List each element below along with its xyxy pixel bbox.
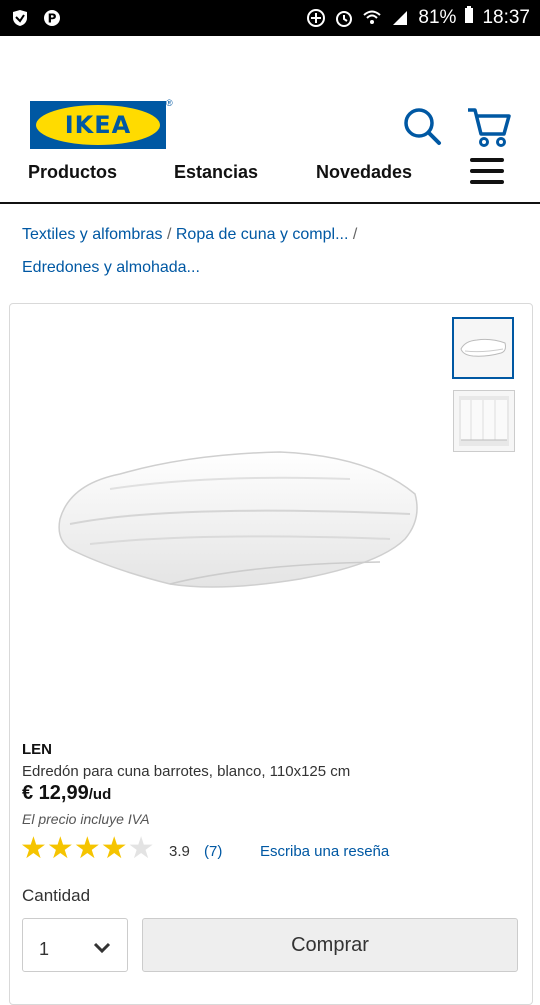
thumbnail-1[interactable] — [452, 317, 514, 379]
quantity-value: 1 — [39, 939, 50, 959]
price-value: € 12,99 — [22, 782, 89, 804]
nav-item-novedades[interactable]: Novedades — [316, 162, 412, 183]
breadcrumb-item-textiles[interactable]: Textiles y alfombras — [22, 226, 163, 243]
star-icon: ★ — [73, 832, 101, 865]
registered-mark-icon: ® — [166, 98, 173, 108]
product-image[interactable] — [50, 444, 430, 599]
nav-item-estancias[interactable]: Estancias — [174, 162, 258, 183]
alarm-icon — [334, 8, 354, 28]
review-count-link[interactable]: (7) — [204, 843, 222, 860]
main-nav: Productos Estancias Novedades — [0, 142, 540, 204]
logo-text: IKEA — [64, 111, 132, 139]
star-icon: ★ — [100, 832, 128, 865]
chevron-down-icon — [93, 941, 111, 959]
rating-value: 3.9 — [169, 843, 190, 860]
rating-stars: ★ ★ ★ ★ ★ — [20, 834, 155, 864]
battery-icon — [464, 6, 474, 30]
breadcrumb-separator: / — [352, 226, 358, 243]
buy-button[interactable]: Comprar — [142, 918, 518, 972]
shield-icon — [10, 8, 30, 28]
breadcrumb-separator: / — [166, 226, 172, 243]
vat-note: El precio incluye IVA — [22, 811, 150, 827]
site-header: IKEA ® — [0, 36, 540, 149]
logo-oval: IKEA — [36, 105, 160, 145]
price-unit: /ud — [88, 786, 112, 803]
data-saver-icon — [306, 8, 326, 28]
product-price: € 12,99/ud — [22, 782, 111, 805]
hamburger-icon[interactable] — [470, 158, 504, 184]
nav-item-productos[interactable]: Productos — [28, 162, 117, 183]
breadcrumb: Textiles y alfombras / Ropa de cuna y co… — [0, 205, 540, 291]
breadcrumb-item-edredones[interactable]: Edredones y almohada... — [22, 259, 200, 276]
quantity-label: Cantidad — [22, 886, 91, 905]
star-icon: ★ — [46, 832, 74, 865]
product-name: LEN — [22, 741, 52, 758]
signal-icon — [390, 8, 410, 28]
breadcrumb-item-ropa-de-cuna[interactable]: Ropa de cuna y compl... — [176, 226, 349, 243]
thumbnail-2[interactable] — [453, 390, 515, 452]
write-review-link[interactable]: Escriba una reseña — [260, 843, 389, 860]
star-icon: ★ — [20, 832, 47, 865]
wifi-icon — [362, 8, 382, 28]
svg-text:P: P — [48, 12, 57, 26]
pinterest-icon: P — [42, 8, 62, 28]
status-bar: P 81% 18:37 — [0, 0, 540, 36]
quantity-select[interactable]: 1 — [22, 918, 128, 972]
star-empty-icon: ★ — [127, 832, 155, 865]
product-description: Edredón para cuna barrotes, blanco, 110x… — [22, 763, 351, 780]
battery-level: 81% — [418, 7, 457, 28]
clock: 18:37 — [482, 7, 530, 28]
